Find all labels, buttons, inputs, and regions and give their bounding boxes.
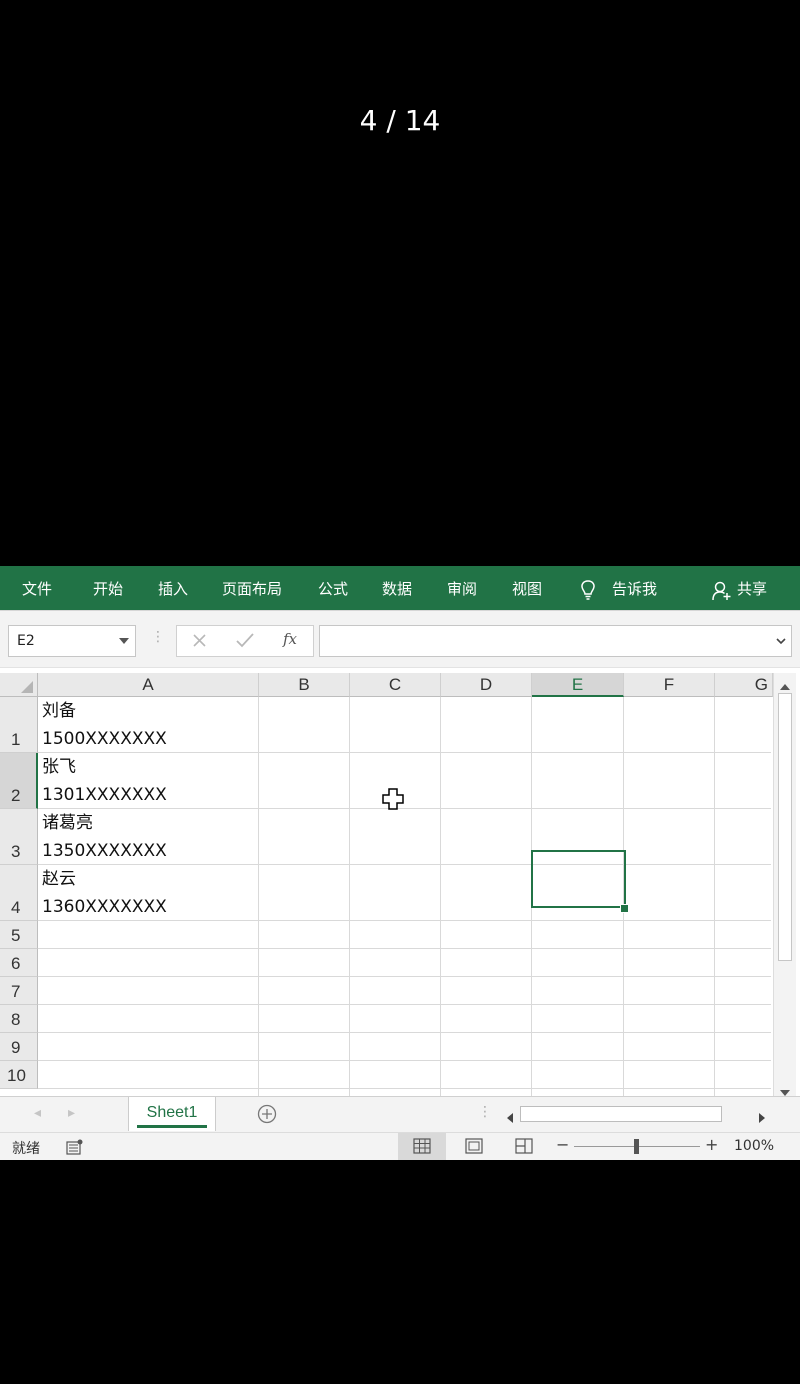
tab-formulas[interactable]: 公式 [318, 566, 348, 610]
vertical-scrollbar[interactable] [773, 673, 796, 1098]
lightbulb-icon[interactable] [580, 580, 596, 604]
enter-icon[interactable] [235, 630, 255, 654]
share-button[interactable]: 共享 [737, 566, 767, 610]
column-header-e[interactable]: E [532, 673, 624, 697]
cell-phone: 1500XXXXXXX [42, 729, 167, 749]
column-header-f[interactable]: F [624, 673, 715, 697]
cell-phone: 1360XXXXXXX [42, 897, 167, 917]
grid-line [38, 976, 771, 977]
excel-window: 文件 开始 插入 页面布局 公式 数据 审阅 视图 告诉我 共享 E2 ⋮ fx… [0, 566, 800, 1160]
cell-a3[interactable]: 诸葛亮 1350XXXXXXX [42, 809, 167, 865]
page-counter: 4 / 14 [359, 104, 441, 137]
cursor-cross-icon [382, 788, 404, 814]
zoom-out-icon[interactable]: − [556, 1135, 569, 1154]
vertical-scroll-thumb[interactable] [778, 693, 792, 961]
tab-view[interactable]: 视图 [512, 566, 542, 610]
chevron-down-icon[interactable] [119, 638, 129, 644]
normal-view-icon [413, 1138, 431, 1158]
cancel-icon[interactable] [192, 630, 208, 654]
formula-buttons: fx [176, 625, 314, 657]
formula-input[interactable] [319, 625, 792, 657]
row-header-7[interactable]: 7 [0, 977, 38, 1005]
next-sheet-icon[interactable]: ▸ [68, 1105, 75, 1121]
worksheet-grid[interactable]: A B C D E F G 1 2 3 4 5 6 7 8 9 10 刘备 15… [0, 668, 800, 1098]
sheet-tab-sheet1[interactable]: Sheet1 [128, 1097, 216, 1131]
split-handle-icon[interactable]: ⋮ [478, 1104, 492, 1120]
page-break-icon[interactable] [515, 1138, 533, 1158]
selected-cell-e2[interactable] [531, 850, 626, 908]
row-header-1[interactable]: 1 [0, 697, 38, 753]
add-sheet-icon[interactable] [257, 1104, 277, 1128]
grid-line [38, 1060, 771, 1061]
grid-line [714, 697, 715, 1098]
column-header-c[interactable]: C [350, 673, 441, 697]
horizontal-scroll-thumb[interactable] [520, 1106, 722, 1122]
drag-handle-icon[interactable]: ⋮ [151, 629, 165, 645]
column-header-g[interactable]: G [715, 673, 773, 697]
grid-line [38, 1004, 771, 1005]
column-header-d[interactable]: D [441, 673, 532, 697]
cell-name: 张飞 [42, 757, 76, 777]
status-bar: 就绪 − + 100% [0, 1132, 800, 1160]
grid-line [440, 697, 441, 1098]
row-header-3[interactable]: 3 [0, 809, 38, 865]
cell-name: 诸葛亮 [42, 813, 93, 833]
status-ready: 就绪 [12, 1141, 40, 1157]
row-header-5[interactable]: 5 [0, 921, 38, 949]
column-header-a[interactable]: A [38, 673, 259, 697]
fill-handle[interactable] [620, 904, 629, 913]
select-all-corner[interactable] [0, 673, 38, 697]
zoom-level[interactable]: 100% [734, 1138, 774, 1154]
sheet-tab-bar: ◂ ▸ Sheet1 ⋮ [0, 1096, 800, 1132]
cell-a2[interactable]: 张飞 1301XXXXXXX [42, 753, 167, 809]
user-icon[interactable] [712, 581, 732, 605]
grid-line [349, 697, 350, 1098]
name-box[interactable]: E2 [8, 625, 136, 657]
zoom-in-icon[interactable]: + [705, 1135, 718, 1154]
cell-name: 刘备 [42, 701, 76, 721]
tab-page-layout[interactable]: 页面布局 [222, 566, 282, 610]
name-box-value: E2 [17, 633, 35, 649]
zoom-slider-thumb[interactable] [634, 1139, 639, 1154]
tab-home[interactable]: 开始 [93, 566, 123, 610]
cell-a4[interactable]: 赵云 1360XXXXXXX [42, 865, 167, 921]
tab-review[interactable]: 审阅 [447, 566, 477, 610]
tab-insert[interactable]: 插入 [158, 566, 188, 610]
grid-line [38, 1088, 771, 1089]
row-header-6[interactable]: 6 [0, 949, 38, 977]
row-header-2[interactable]: 2 [0, 753, 38, 809]
row-header-9[interactable]: 9 [0, 1033, 38, 1061]
cell-name: 赵云 [42, 869, 76, 889]
formula-bar: E2 ⋮ fx [0, 610, 800, 668]
grid-line [258, 697, 259, 1098]
prev-sheet-icon[interactable]: ◂ [34, 1105, 41, 1121]
scroll-left-icon[interactable] [505, 1109, 515, 1128]
row-header-10[interactable]: 10 [0, 1061, 38, 1089]
grid-line [38, 1032, 771, 1033]
macro-record-icon[interactable] [66, 1139, 84, 1159]
scroll-right-icon[interactable] [757, 1109, 767, 1128]
expand-formula-icon[interactable] [775, 633, 787, 652]
row-header-4[interactable]: 4 [0, 865, 38, 921]
horizontal-scrollbar[interactable] [500, 1104, 772, 1126]
ribbon-bar: 文件 开始 插入 页面布局 公式 数据 审阅 视图 告诉我 共享 [0, 566, 800, 610]
tab-data[interactable]: 数据 [382, 566, 412, 610]
fx-icon[interactable]: fx [283, 630, 297, 648]
cell-phone: 1350XXXXXXX [42, 841, 167, 861]
tell-me-box[interactable]: 告诉我 [612, 566, 657, 610]
column-header-b[interactable]: B [259, 673, 350, 697]
cell-a1[interactable]: 刘备 1500XXXXXXX [42, 697, 167, 753]
row-header-8[interactable]: 8 [0, 1005, 38, 1033]
grid-line [38, 948, 771, 949]
normal-view-button[interactable] [398, 1133, 446, 1160]
cell-phone: 1301XXXXXXX [42, 785, 167, 805]
tab-file[interactable]: 文件 [22, 566, 52, 610]
page-layout-icon[interactable] [465, 1138, 483, 1158]
